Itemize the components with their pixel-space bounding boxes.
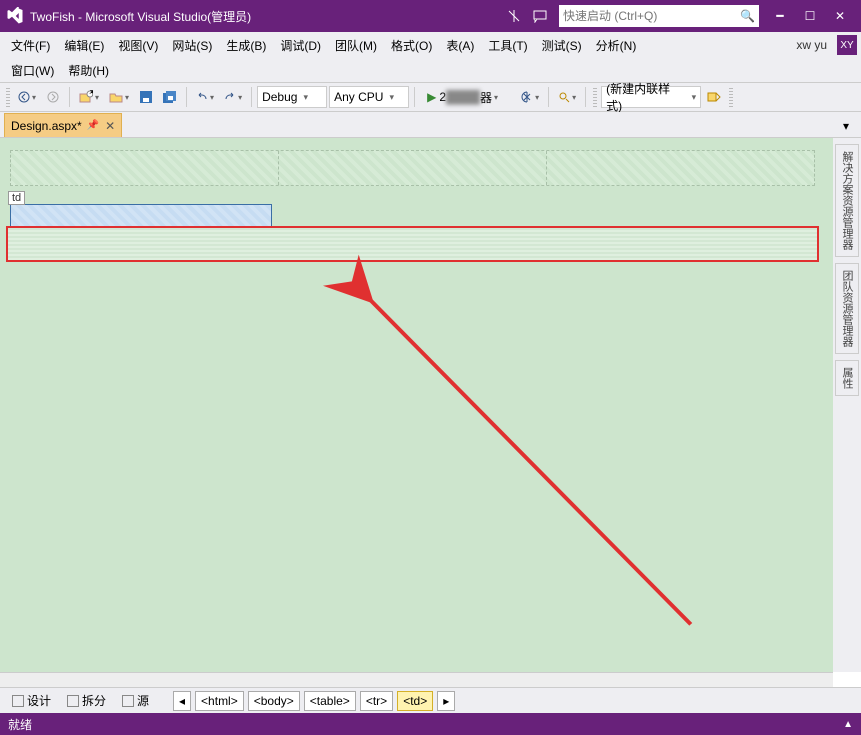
breadcrumb-body[interactable]: <body>: [248, 691, 300, 711]
menu-help[interactable]: 帮助(H): [61, 59, 116, 82]
title-bar: TwoFish - Microsoft Visual Studio(管理员) 🔍…: [0, 0, 861, 32]
side-tab-team-explorer[interactable]: 团队资源管理器: [835, 263, 859, 354]
debug-target-prefix: 2: [439, 90, 446, 104]
user-avatar[interactable]: XY: [837, 35, 857, 55]
menu-team[interactable]: 团队(M): [328, 34, 384, 57]
side-tab-solution-explorer[interactable]: 解决方案资源管理器: [835, 144, 859, 257]
search-icon[interactable]: 🔍: [740, 9, 755, 23]
style-target-button[interactable]: [703, 86, 725, 108]
feedback-icon[interactable]: [527, 3, 553, 29]
nav-forward-button[interactable]: [42, 86, 64, 108]
menu-bar: 文件(F) 编辑(E) 视图(V) 网站(S) 生成(B) 调试(D) 团队(M…: [0, 32, 861, 58]
split-view-icon: [67, 695, 79, 707]
toolbar-grip[interactable]: [6, 87, 10, 107]
status-bar: 就绪 ▲: [0, 713, 861, 735]
debug-target-blurred: ████: [446, 90, 480, 104]
horizontal-scrollbar[interactable]: [0, 672, 833, 687]
open-button[interactable]: [105, 86, 133, 108]
menu-analyze[interactable]: 分析(N): [589, 34, 644, 57]
platform-combo[interactable]: Any CPU: [329, 86, 409, 108]
new-project-button[interactable]: ✶: [75, 86, 103, 108]
breadcrumb-table[interactable]: <table>: [304, 691, 356, 711]
quick-launch-box[interactable]: 🔍: [559, 5, 759, 27]
close-button[interactable]: ✕: [825, 0, 855, 32]
svg-text:✶: ✶: [88, 90, 93, 99]
debug-target-suffix: 器: [480, 89, 492, 106]
minimize-button[interactable]: ━: [765, 0, 795, 32]
menu-bar-row2: 窗口(W) 帮助(H): [0, 58, 861, 82]
document-tab-active[interactable]: Design.aspx* 📌 ✕: [4, 113, 122, 137]
crumb-prev-button[interactable]: ◂: [173, 691, 191, 711]
status-notification-icon[interactable]: ▲: [843, 719, 853, 730]
maximize-button[interactable]: ☐: [795, 0, 825, 32]
editor-host: Design.aspx* 📌 ✕ ▾ td 解决方案资源管理器 团队资源管理器 …: [0, 112, 861, 713]
view-source-button[interactable]: 源: [116, 691, 155, 711]
menu-debug[interactable]: 调试(D): [273, 34, 328, 57]
status-text: 就绪: [8, 716, 32, 733]
menu-build[interactable]: 生成(B): [219, 34, 273, 57]
signed-in-user[interactable]: xw yu: [790, 35, 833, 55]
vs-logo-icon: [6, 7, 24, 25]
tab-options-icon[interactable]: ▾: [835, 115, 857, 137]
selection-tag-badge[interactable]: td: [8, 191, 25, 205]
save-all-button[interactable]: [159, 86, 181, 108]
style-combo[interactable]: (新建内联样式): [601, 86, 701, 108]
window-title: TwoFish - Microsoft Visual Studio(管理员): [30, 8, 251, 25]
menu-edit[interactable]: 编辑(E): [57, 34, 111, 57]
quick-launch-input[interactable]: [563, 9, 740, 23]
menu-table[interactable]: 表(A): [439, 34, 481, 57]
toolbar-grip-3[interactable]: [729, 87, 733, 107]
tab-close-icon[interactable]: ✕: [105, 119, 115, 133]
side-panel-well: 解决方案资源管理器 团队资源管理器 属性: [833, 138, 861, 672]
breadcrumb-td[interactable]: <td>: [397, 691, 433, 711]
tag-path-bar: 设计 拆分 源 ◂ <html> <body> <table> <tr> <td…: [0, 687, 861, 713]
find-button[interactable]: [554, 86, 580, 108]
designer-table-row1[interactable]: [10, 150, 815, 186]
view-split-button[interactable]: 拆分: [61, 691, 112, 711]
config-combo[interactable]: Debug: [257, 86, 327, 108]
annotation-highlight-box: [6, 226, 819, 262]
toolbar-grip-2[interactable]: [593, 87, 597, 107]
menu-tools[interactable]: 工具(T): [481, 34, 534, 57]
document-tabstrip: Design.aspx* 📌 ✕ ▾: [0, 112, 861, 138]
save-button[interactable]: [135, 86, 157, 108]
menu-file[interactable]: 文件(F): [4, 34, 57, 57]
breadcrumb-tr[interactable]: <tr>: [360, 691, 393, 711]
source-view-icon: [122, 695, 134, 707]
breadcrumb-html[interactable]: <html>: [195, 691, 244, 711]
menu-window[interactable]: 窗口(W): [4, 59, 61, 82]
nav-back-button[interactable]: [14, 86, 40, 108]
pin-icon[interactable]: 📌: [87, 120, 99, 131]
redo-button[interactable]: [220, 86, 246, 108]
undo-button[interactable]: [192, 86, 218, 108]
notifications-icon[interactable]: [501, 3, 527, 29]
side-tab-properties[interactable]: 属性: [835, 360, 859, 396]
document-tab-label: Design.aspx*: [11, 119, 82, 133]
start-debug-button[interactable]: 2 ████ 器: [420, 86, 515, 108]
designer-canvas[interactable]: td: [0, 138, 833, 672]
browser-link-button[interactable]: [517, 86, 543, 108]
crumb-next-button[interactable]: ▸: [437, 691, 455, 711]
design-view-icon: [12, 695, 24, 707]
main-toolbar: ✶ Debug Any CPU 2 ████ 器 (新建内联样式): [0, 82, 861, 112]
view-design-button[interactable]: 设计: [6, 691, 57, 711]
menu-website[interactable]: 网站(S): [165, 34, 219, 57]
menu-format[interactable]: 格式(O): [384, 34, 439, 57]
menu-view[interactable]: 视图(V): [111, 34, 165, 57]
menu-test[interactable]: 测试(S): [535, 34, 589, 57]
